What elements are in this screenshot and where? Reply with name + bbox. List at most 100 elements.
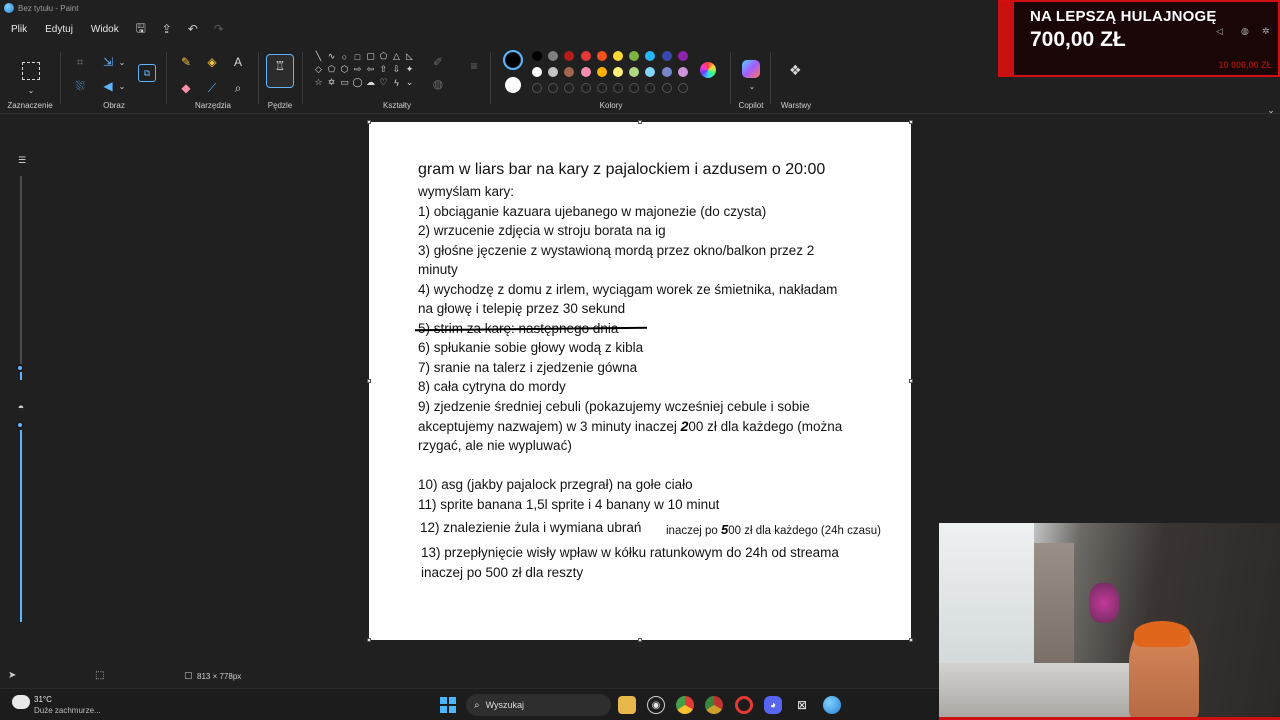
heart-shape-icon[interactable]: ♡ — [377, 76, 390, 89]
more-shapes-icon[interactable]: ⌄ — [403, 76, 416, 89]
file-explorer-icon[interactable] — [618, 696, 636, 714]
drawing-canvas[interactable]: gram w liars bar na kary z pajalockiem i… — [369, 122, 911, 640]
triangle-shape-icon[interactable]: △ — [390, 50, 403, 63]
star5-shape-icon[interactable]: ☆ — [312, 76, 325, 89]
color-swatch[interactable] — [580, 51, 591, 61]
color-swatch[interactable] — [677, 51, 688, 61]
diamond-shape-icon[interactable]: ◇ — [312, 63, 325, 76]
resize-handle[interactable] — [367, 638, 371, 642]
color-swatch[interactable] — [613, 67, 623, 77]
callout-oval-shape-icon[interactable]: ◯ — [351, 76, 364, 89]
arrow-down-shape-icon[interactable]: ⇩ — [390, 63, 403, 76]
magnifier-icon[interactable]: ⌕ — [230, 80, 246, 96]
resize-handle[interactable] — [367, 379, 371, 383]
ribbon-collapse-icon[interactable]: ⌄ — [1263, 102, 1279, 118]
shape-size-icon[interactable]: ≡ — [466, 58, 482, 74]
resize-handle[interactable] — [638, 638, 642, 642]
eraser-icon[interactable]: ◆ — [178, 80, 194, 96]
rectangle-shape-icon[interactable]: □ — [351, 50, 364, 63]
rounded-rect-shape-icon[interactable]: ▢ — [364, 50, 377, 63]
menu-edit[interactable]: Edytuj — [40, 21, 78, 38]
capcut-icon[interactable]: ⊠ — [793, 696, 811, 714]
obs-icon[interactable]: ◉ — [647, 696, 665, 714]
chevron-down-icon[interactable]: ⌄ — [114, 54, 130, 70]
empty-color-slot[interactable] — [613, 83, 623, 93]
empty-color-slot[interactable] — [532, 83, 542, 93]
canvas-line: wymyślam kary: — [418, 184, 515, 199]
start-button[interactable] — [440, 697, 456, 713]
color-swatch[interactable] — [596, 67, 607, 77]
fill-shape-icon[interactable]: ◍ — [430, 76, 446, 92]
star6-shape-icon[interactable]: ✡ — [325, 76, 338, 89]
menu-view[interactable]: Widok — [86, 21, 124, 38]
right-triangle-shape-icon[interactable]: ◺ — [403, 50, 416, 63]
color-swatch[interactable] — [596, 51, 607, 61]
discord-icon[interactable]: ◕ — [764, 696, 782, 714]
webcam-couch — [939, 663, 1139, 720]
callout-cloud-shape-icon[interactable]: ☁ — [364, 76, 377, 89]
color-swatch[interactable] — [532, 51, 542, 61]
edit-colors-icon[interactable] — [700, 62, 716, 78]
arrow-left-shape-icon[interactable]: ⇦ — [364, 63, 377, 76]
empty-color-slot[interactable] — [596, 83, 607, 93]
empty-color-slot[interactable] — [677, 83, 688, 93]
pencil-icon[interactable]: ✎ — [178, 54, 194, 70]
color-swatch[interactable] — [532, 67, 542, 77]
chevron-down-icon[interactable]: ⌄ — [23, 82, 39, 98]
opera-icon[interactable] — [735, 696, 753, 714]
arrow-up-shape-icon[interactable]: ⇧ — [377, 63, 390, 76]
oval-shape-icon[interactable]: ○ — [338, 50, 351, 63]
color-swatch[interactable] — [661, 67, 672, 77]
hexagon-shape-icon[interactable]: ⬡ — [338, 63, 351, 76]
color-swatch[interactable] — [613, 51, 623, 61]
resize-handle[interactable] — [909, 379, 913, 383]
secondary-color-swatch[interactable] — [505, 77, 521, 93]
color-swatch[interactable] — [580, 67, 591, 77]
color-swatch[interactable] — [677, 67, 688, 77]
lightning-shape-icon[interactable]: ϟ — [390, 76, 403, 89]
star4-shape-icon[interactable]: ✦ — [403, 63, 416, 76]
fill-icon[interactable]: ◈ — [204, 54, 220, 70]
chevron-down-icon[interactable]: ⌄ — [744, 78, 760, 94]
resize-handle[interactable] — [638, 120, 642, 124]
copilot-icon[interactable] — [742, 60, 760, 78]
empty-color-slot[interactable] — [661, 83, 672, 93]
line-shape-icon[interactable]: ╲ — [312, 50, 325, 63]
outline-icon[interactable]: ✐ — [430, 54, 446, 70]
weather-cloud-icon[interactable] — [12, 695, 30, 709]
resize-handle[interactable] — [909, 120, 913, 124]
color-swatch[interactable] — [661, 51, 672, 61]
color-picker-icon[interactable]: ⟋ — [204, 80, 220, 96]
chevron-down-icon[interactable]: ⌄ — [114, 78, 130, 94]
taskbar-search[interactable]: ⌕ Wyszukaj — [466, 694, 611, 716]
canvas-line: 7) sranie na talerz i zjedzenie gówna — [418, 360, 638, 375]
crop-icon[interactable]: ⌗ — [72, 54, 88, 70]
remove-background-icon[interactable]: ⛆ — [72, 78, 88, 94]
slider-thumb[interactable] — [16, 364, 24, 372]
callout-rect-shape-icon[interactable]: ▭ — [338, 76, 351, 89]
image-select-icon[interactable]: ⧉ — [138, 64, 156, 82]
polygon-shape-icon[interactable]: ⬠ — [377, 50, 390, 63]
arrow-right-shape-icon[interactable]: ⇨ — [351, 63, 364, 76]
resize-handle[interactable] — [909, 638, 913, 642]
curve-shape-icon[interactable]: ∿ — [325, 50, 338, 63]
share-icon[interactable]: ⇪ — [158, 20, 176, 38]
menu-file[interactable]: Plik — [6, 21, 32, 38]
canvas-line-part: 00 zł dla każdego (24h czasu) — [728, 525, 882, 537]
layers-icon[interactable]: ❖ — [789, 62, 802, 79]
rectangle-select-icon[interactable] — [22, 62, 40, 80]
primary-color-swatch[interactable] — [503, 50, 523, 70]
handwritten-digit: 2 — [680, 418, 689, 434]
brush-button[interactable]: ♖ — [266, 54, 294, 88]
chrome-icon[interactable] — [676, 696, 694, 714]
empty-color-slot[interactable] — [580, 83, 591, 93]
chrome-profile-icon[interactable] — [705, 696, 723, 714]
pentagon-shape-icon[interactable]: ⬠ — [325, 63, 338, 76]
resize-handle[interactable] — [367, 120, 371, 124]
paint-taskbar-icon[interactable] — [823, 696, 841, 714]
save-icon[interactable]: 🖫 — [132, 20, 150, 38]
undo-icon[interactable]: ↶ — [184, 20, 202, 38]
text-icon[interactable]: A — [230, 54, 246, 70]
redo-icon[interactable]: ↷ — [210, 20, 228, 38]
slider-thumb[interactable] — [16, 421, 24, 429]
